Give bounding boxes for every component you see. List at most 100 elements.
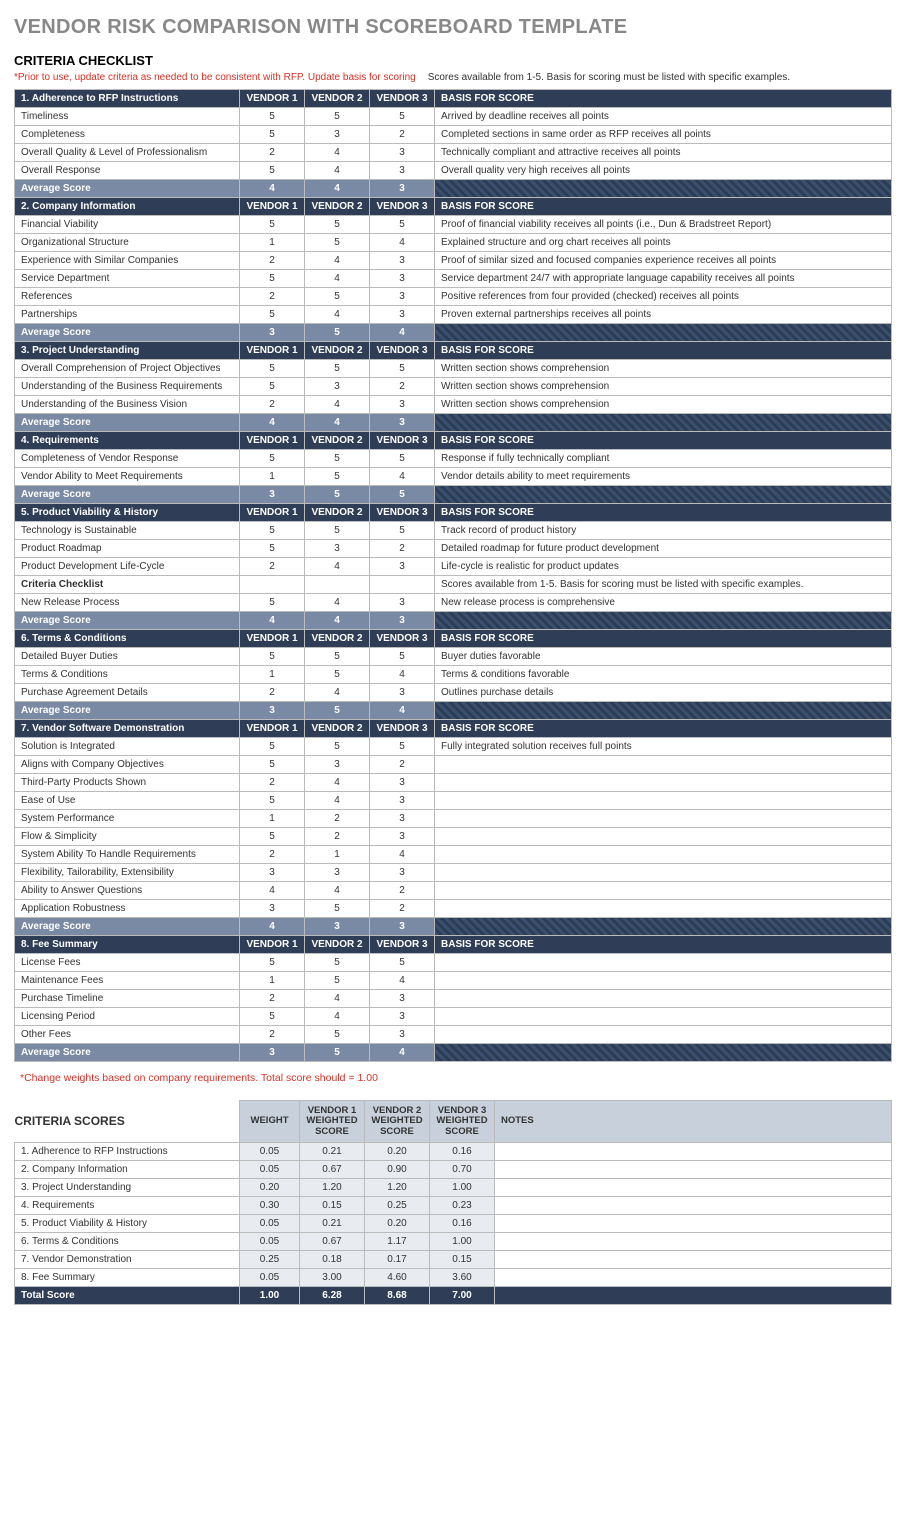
score-criteria-cell: 5. Product Viability & History bbox=[15, 1215, 240, 1233]
average-hatch-cell bbox=[435, 324, 892, 342]
score-cell: 5 bbox=[305, 108, 370, 126]
criteria-row: Flow & Simplicity523 bbox=[15, 828, 892, 846]
vendor-header: VENDOR 1 bbox=[240, 630, 305, 648]
basis-cell: New release process is comprehensive bbox=[435, 594, 892, 612]
criteria-cell: System Ability To Handle Requirements bbox=[15, 846, 240, 864]
weighted-score-cell: 1.20 bbox=[300, 1179, 365, 1197]
score-cell: 3 bbox=[370, 828, 435, 846]
weighted-score-cell: 0.67 bbox=[300, 1233, 365, 1251]
section-header-row: 2. Company InformationVENDOR 1VENDOR 2VE… bbox=[15, 198, 892, 216]
average-value-cell: 4 bbox=[240, 918, 305, 936]
average-value-cell: 3 bbox=[370, 918, 435, 936]
score-cell: 3 bbox=[370, 162, 435, 180]
weighted-score-cell: 0.15 bbox=[430, 1251, 495, 1269]
criteria-cell: Aligns with Company Objectives bbox=[15, 756, 240, 774]
score-cell: 5 bbox=[370, 216, 435, 234]
score-cell: 3 bbox=[305, 864, 370, 882]
score-cell: 2 bbox=[305, 810, 370, 828]
score-criteria-cell: 6. Terms & Conditions bbox=[15, 1233, 240, 1251]
score-cell: 5 bbox=[370, 738, 435, 756]
score-cell: 5 bbox=[240, 648, 305, 666]
criteria-row: Criteria ChecklistScores available from … bbox=[15, 576, 892, 594]
score-cell: 4 bbox=[305, 306, 370, 324]
criteria-row: Overall Quality & Level of Professionali… bbox=[15, 144, 892, 162]
average-value-cell: 3 bbox=[370, 180, 435, 198]
score-cell: 4 bbox=[370, 972, 435, 990]
criteria-cell: References bbox=[15, 288, 240, 306]
weighted-score-cell: 0.23 bbox=[430, 1197, 495, 1215]
average-hatch-cell bbox=[435, 702, 892, 720]
score-criteria-cell: 4. Requirements bbox=[15, 1197, 240, 1215]
average-value-cell: 4 bbox=[305, 612, 370, 630]
score-cell: 1 bbox=[240, 810, 305, 828]
average-hatch-cell bbox=[435, 486, 892, 504]
weight-cell: 0.30 bbox=[240, 1197, 300, 1215]
basis-cell bbox=[435, 972, 892, 990]
criteria-row: Experience with Similar Companies243Proo… bbox=[15, 252, 892, 270]
average-value-cell: 4 bbox=[305, 180, 370, 198]
score-cell: 5 bbox=[240, 162, 305, 180]
weighted-score-cell: 1.17 bbox=[365, 1233, 430, 1251]
criteria-cell: System Performance bbox=[15, 810, 240, 828]
notes-cell bbox=[495, 1233, 892, 1251]
score-cell: 5 bbox=[305, 360, 370, 378]
criteria-row: Timeliness555Arrived by deadline receive… bbox=[15, 108, 892, 126]
score-cell: 5 bbox=[240, 450, 305, 468]
average-value-cell: 3 bbox=[240, 702, 305, 720]
criteria-row: Application Robustness352 bbox=[15, 900, 892, 918]
basis-cell: Track record of product history bbox=[435, 522, 892, 540]
weighted-score-cell: 0.16 bbox=[430, 1215, 495, 1233]
criteria-row: Third-Party Products Shown243 bbox=[15, 774, 892, 792]
criteria-row: Service Department543Service department … bbox=[15, 270, 892, 288]
total-score-cell: 8.68 bbox=[365, 1287, 430, 1305]
criteria-cell: Licensing Period bbox=[15, 1008, 240, 1026]
section-header-row: 6. Terms & ConditionsVENDOR 1VENDOR 2VEN… bbox=[15, 630, 892, 648]
vendor-header: VENDOR 2 bbox=[305, 342, 370, 360]
score-cell: 2 bbox=[240, 288, 305, 306]
weighted-score-cell: 0.16 bbox=[430, 1143, 495, 1161]
criteria-row: Product Roadmap532Detailed roadmap for f… bbox=[15, 540, 892, 558]
average-row: Average Score433 bbox=[15, 918, 892, 936]
basis-cell bbox=[435, 792, 892, 810]
criteria-cell: Third-Party Products Shown bbox=[15, 774, 240, 792]
vendor-header: VENDOR 2 bbox=[305, 630, 370, 648]
criteria-cell: Product Roadmap bbox=[15, 540, 240, 558]
criteria-cell: Vendor Ability to Meet Requirements bbox=[15, 468, 240, 486]
score-cell: 2 bbox=[240, 774, 305, 792]
criteria-cell: Flexibility, Tailorability, Extensibilit… bbox=[15, 864, 240, 882]
page-title: VENDOR RISK COMPARISON WITH SCOREBOARD T… bbox=[14, 16, 892, 39]
criteria-cell: Understanding of the Business Requiremen… bbox=[15, 378, 240, 396]
scores-header-cell: NOTES bbox=[495, 1101, 892, 1143]
criteria-cell: Timeliness bbox=[15, 108, 240, 126]
score-cell: 4 bbox=[305, 144, 370, 162]
basis-header: BASIS FOR SCORE bbox=[435, 720, 892, 738]
score-cell: 2 bbox=[370, 540, 435, 558]
section-title-cell: 3. Project Understanding bbox=[15, 342, 240, 360]
average-value-cell: 4 bbox=[240, 612, 305, 630]
vendor-header: VENDOR 3 bbox=[370, 90, 435, 108]
score-cell: 5 bbox=[305, 522, 370, 540]
criteria-row: Completeness of Vendor Response555Respon… bbox=[15, 450, 892, 468]
weight-cell: 0.05 bbox=[240, 1269, 300, 1287]
average-value-cell: 5 bbox=[305, 702, 370, 720]
weight-cell: 0.25 bbox=[240, 1251, 300, 1269]
vendor-header: VENDOR 3 bbox=[370, 198, 435, 216]
weighted-score-cell: 4.60 bbox=[365, 1269, 430, 1287]
criteria-cell: Other Fees bbox=[15, 1026, 240, 1044]
basis-cell: Written section shows comprehension bbox=[435, 360, 892, 378]
criteria-cell: Experience with Similar Companies bbox=[15, 252, 240, 270]
average-row: Average Score354 bbox=[15, 1044, 892, 1062]
weighted-score-cell: 1.00 bbox=[430, 1233, 495, 1251]
score-cell: 4 bbox=[305, 162, 370, 180]
vendor-header: VENDOR 2 bbox=[305, 432, 370, 450]
score-cell: 3 bbox=[370, 306, 435, 324]
score-cell: 1 bbox=[240, 234, 305, 252]
weighted-score-cell: 0.21 bbox=[300, 1143, 365, 1161]
score-cell: 5 bbox=[305, 954, 370, 972]
criteria-row: System Performance123 bbox=[15, 810, 892, 828]
section-title-cell: 4. Requirements bbox=[15, 432, 240, 450]
score-row: 3. Project Understanding0.201.201.201.00 bbox=[15, 1179, 892, 1197]
basis-header: BASIS FOR SCORE bbox=[435, 936, 892, 954]
section-header-row: 3. Project UnderstandingVENDOR 1VENDOR 2… bbox=[15, 342, 892, 360]
vendor-header: VENDOR 2 bbox=[305, 936, 370, 954]
